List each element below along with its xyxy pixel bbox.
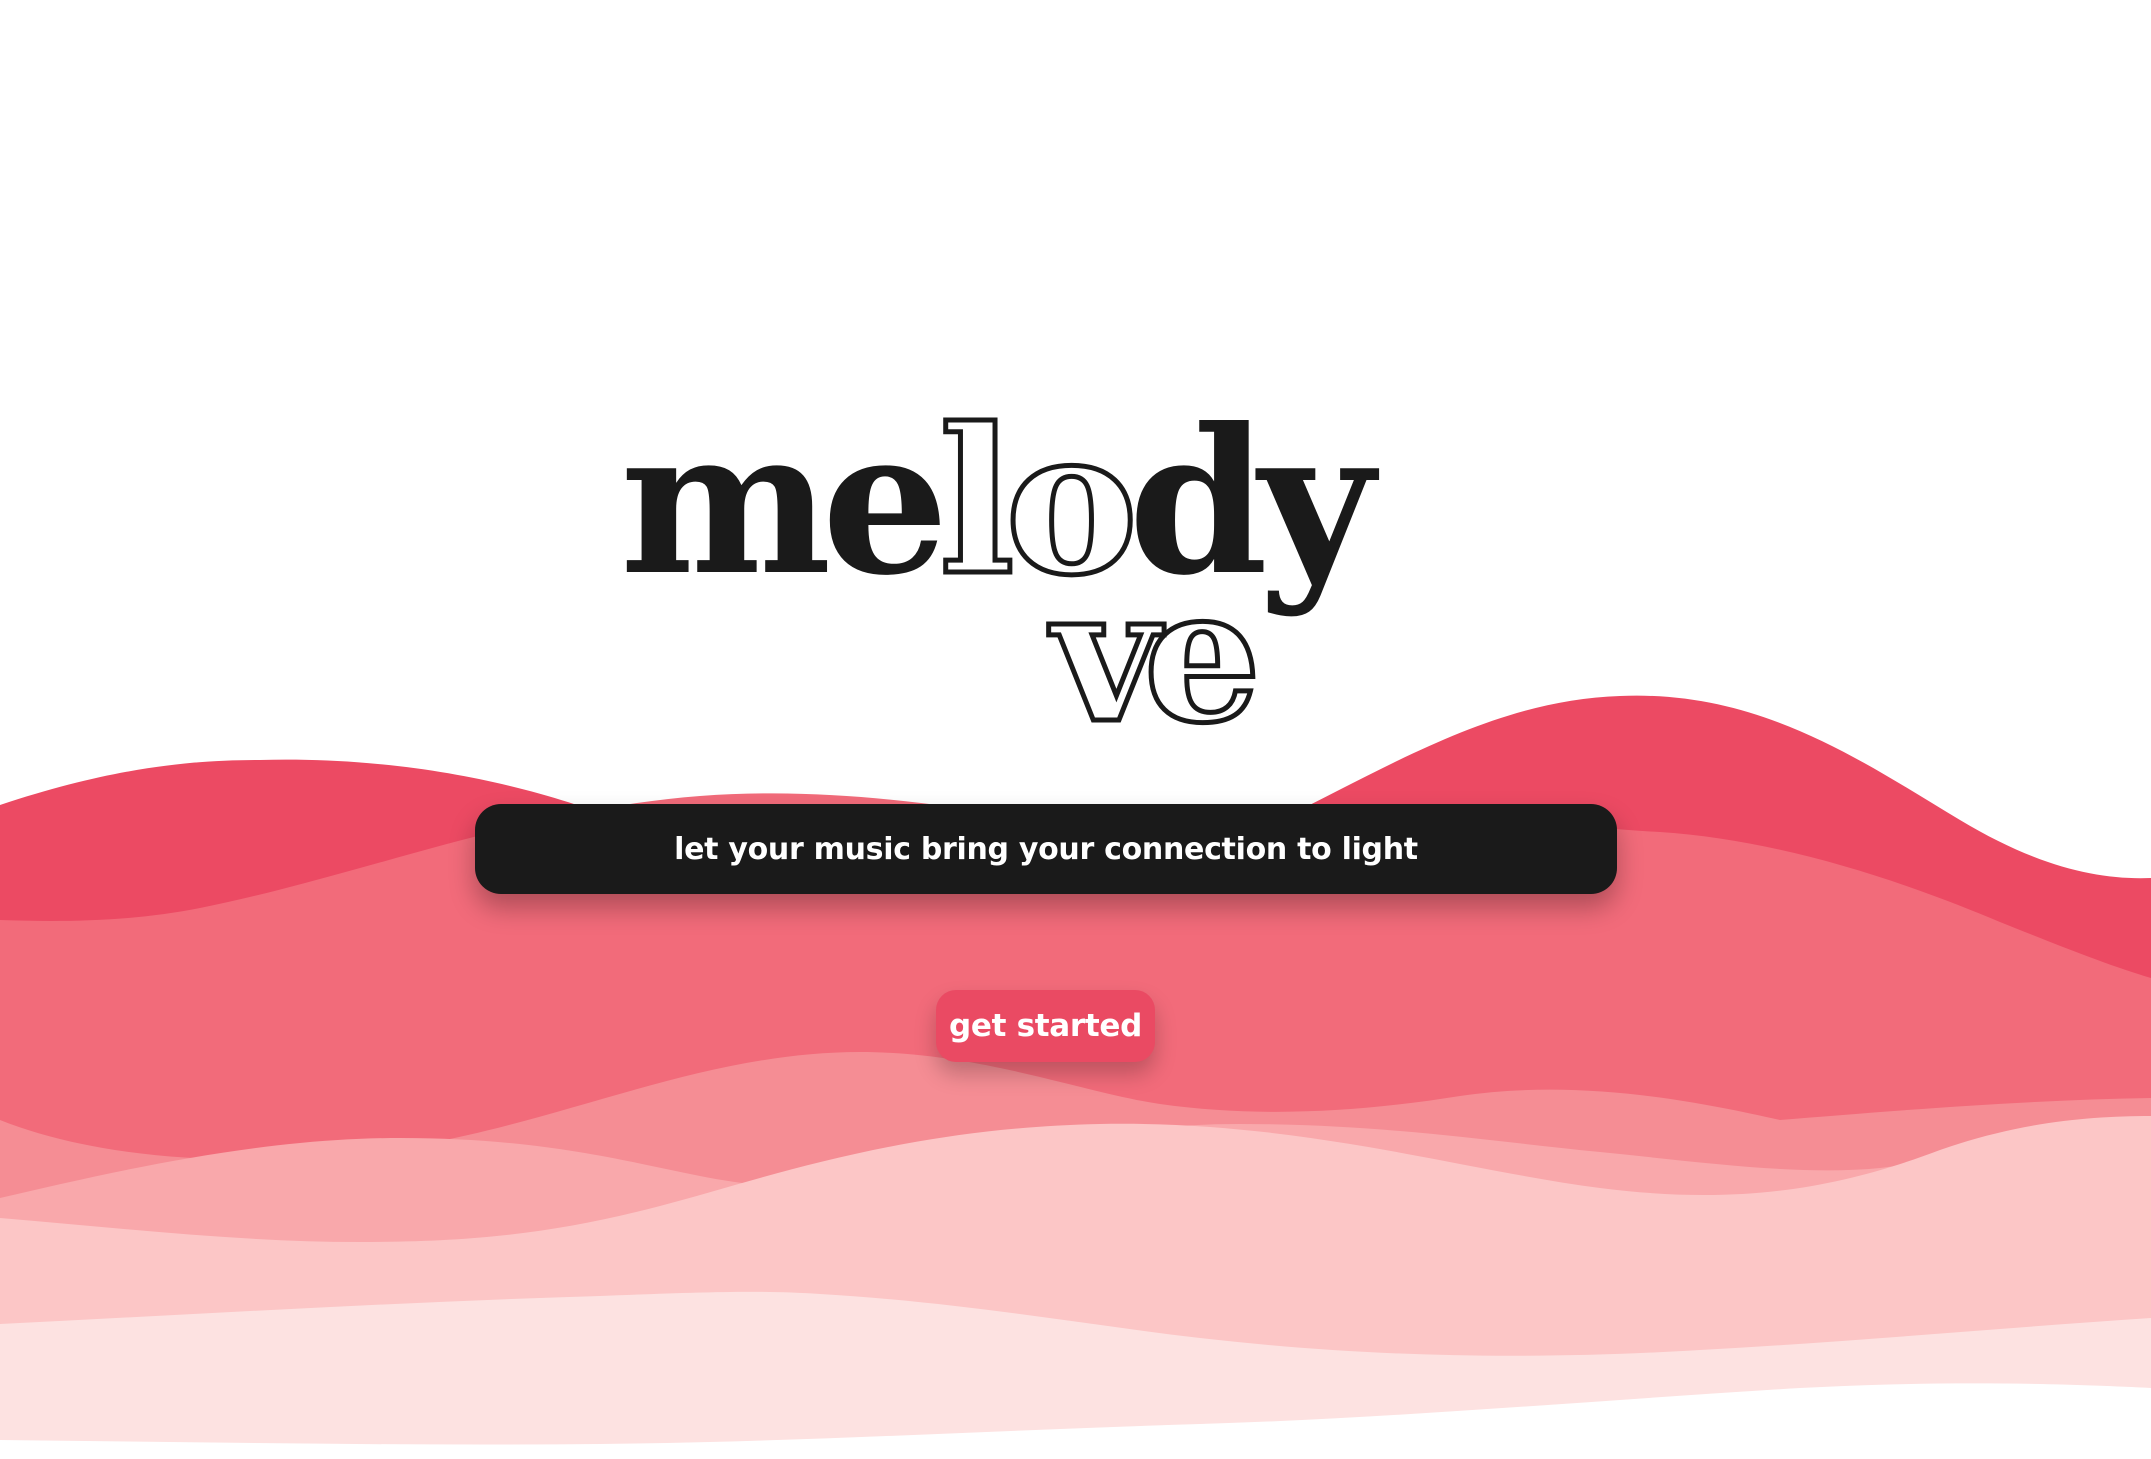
logo-me: me (620, 390, 941, 620)
tagline-text: let your music bring your connection to … (674, 831, 1418, 867)
logo-line2-outline: ve (1048, 546, 1253, 750)
melodyve-logo: melody ve (620, 390, 1389, 750)
get-started-button[interactable]: get started (936, 990, 1155, 1062)
tagline-banner: let your music bring your connection to … (475, 804, 1617, 894)
landing-page: melody ve let your music bring your conn… (0, 0, 2151, 1459)
logo-line1: melody (620, 390, 1379, 620)
get-started-label: get started (948, 1008, 1143, 1044)
